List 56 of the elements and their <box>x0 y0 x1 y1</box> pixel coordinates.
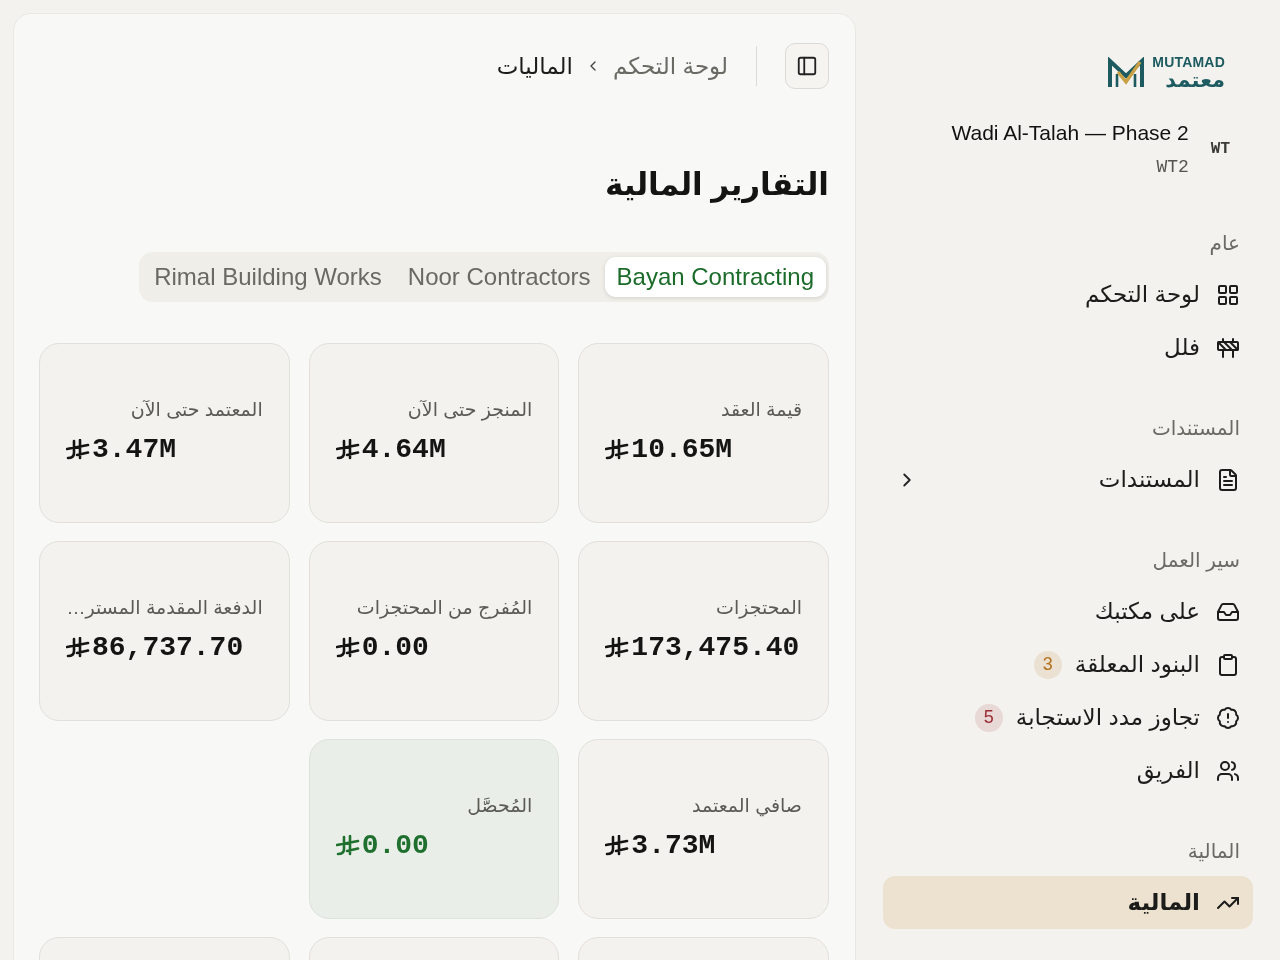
riyal-sign-icon <box>605 637 630 659</box>
logo-icon <box>1107 57 1146 89</box>
riyal-sign-icon <box>66 637 90 659</box>
count-badge: 3 <box>1033 650 1062 679</box>
project-initials: WT <box>1210 140 1230 158</box>
stat-value: 173,475.40 <box>631 631 800 665</box>
riyal-sign-icon <box>66 439 90 461</box>
stat-value: 3.47M <box>92 433 176 467</box>
stat-label: المُحصَّل <box>467 794 533 818</box>
nav-item[interactable]: الفريق <box>883 744 1253 797</box>
page-title: التقارير المالية <box>604 166 829 205</box>
stat-value: 86,737.70 <box>92 631 244 665</box>
panel-icon <box>796 55 818 77</box>
sidebar-toggle-button[interactable] <box>785 43 829 89</box>
stat-value: 0.00 <box>361 829 429 863</box>
stat-label: قيمة العقد <box>720 398 802 422</box>
clipboard-icon <box>1216 652 1240 677</box>
nav-section-label: عام <box>1209 231 1240 256</box>
nav-item[interactable]: فلل <box>883 321 1253 374</box>
stat-label: المعتمد حتى الآن <box>130 398 263 422</box>
riyal-sign-icon <box>335 439 360 461</box>
document-icon <box>1216 467 1240 492</box>
stat-value: 3.73M <box>631 829 716 863</box>
brand-name: MUTAMAD <box>1152 55 1225 70</box>
nav-item[interactable]: المستندات <box>883 453 1253 506</box>
riyal-sign-icon <box>335 835 360 857</box>
riyal-sign-icon <box>605 439 630 461</box>
stat-label: صافي المعتمد <box>691 794 802 819</box>
breadcrumb-link[interactable]: لوحة التحكم <box>612 52 728 80</box>
project-code: WT2 <box>1156 157 1189 177</box>
users-icon <box>1216 758 1240 783</box>
nav-item[interactable]: لوحة التحكم <box>883 268 1253 321</box>
brand-name-arabic: معتمد <box>1165 70 1225 91</box>
stat-label: الدفعة المقدمة المستر… <box>66 596 263 621</box>
nav-item[interactable]: المالية <box>883 876 1253 929</box>
count-badge: 5 <box>974 703 1003 732</box>
riyal-sign-icon <box>335 637 360 659</box>
stat-value: 4.64M <box>361 433 446 467</box>
alert-badge-icon <box>1216 705 1240 730</box>
breadcrumb-current: الماليات <box>496 52 573 80</box>
tab[interactable]: Noor Contractors <box>395 257 603 297</box>
nav-section-label: سير العمل <box>1152 548 1240 573</box>
barrier-icon <box>1216 335 1240 360</box>
stat-value: 10.65M <box>631 433 733 467</box>
stat-label: المحتجزات <box>716 596 802 621</box>
nav-section-label: المستندات <box>1152 416 1240 441</box>
riyal-sign-icon <box>605 835 630 857</box>
nav-item[interactable]: على مكتبك <box>883 585 1253 638</box>
tab[interactable]: Rimal Building Works <box>142 257 394 297</box>
nav-section-label: المالية <box>1187 839 1240 864</box>
stat-label: المنجز حتى الآن <box>407 398 533 423</box>
project-name: Wadi Al-Talah — Phase 2 <box>951 121 1189 145</box>
stat-value: 0.00 <box>361 631 429 665</box>
grid-icon <box>1216 282 1240 307</box>
stat-label: المُفرج من المحتجزات <box>356 596 533 621</box>
tab[interactable]: Bayan Contracting <box>604 257 826 297</box>
